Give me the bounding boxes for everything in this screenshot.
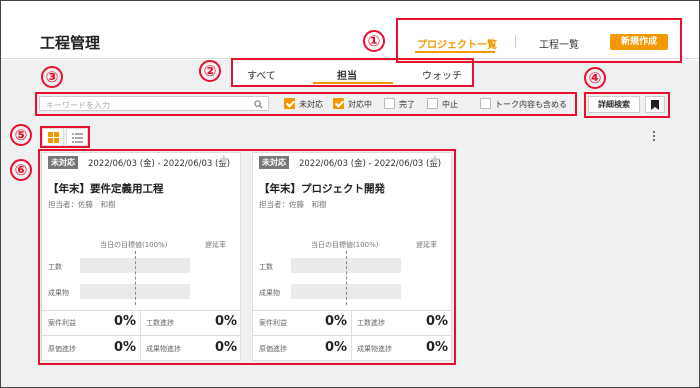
more-menu-icon[interactable] [653,131,656,141]
callout-number-4: ④ [584,67,606,89]
callout-number-5: ⑤ [10,124,32,146]
callout-box-1 [396,18,682,63]
callout-box-2 [231,58,474,87]
page-title: 工程管理 [40,34,101,52]
callout-number-2: ② [199,60,221,82]
callout-box-4 [584,92,670,118]
callout-number-6: ⑥ [10,159,32,181]
callout-number-3: ③ [41,66,63,88]
callout-box-5 [40,126,90,148]
callout-box-6 [38,149,456,365]
callout-box-3 [35,92,577,116]
callout-number-1: ① [363,30,385,52]
